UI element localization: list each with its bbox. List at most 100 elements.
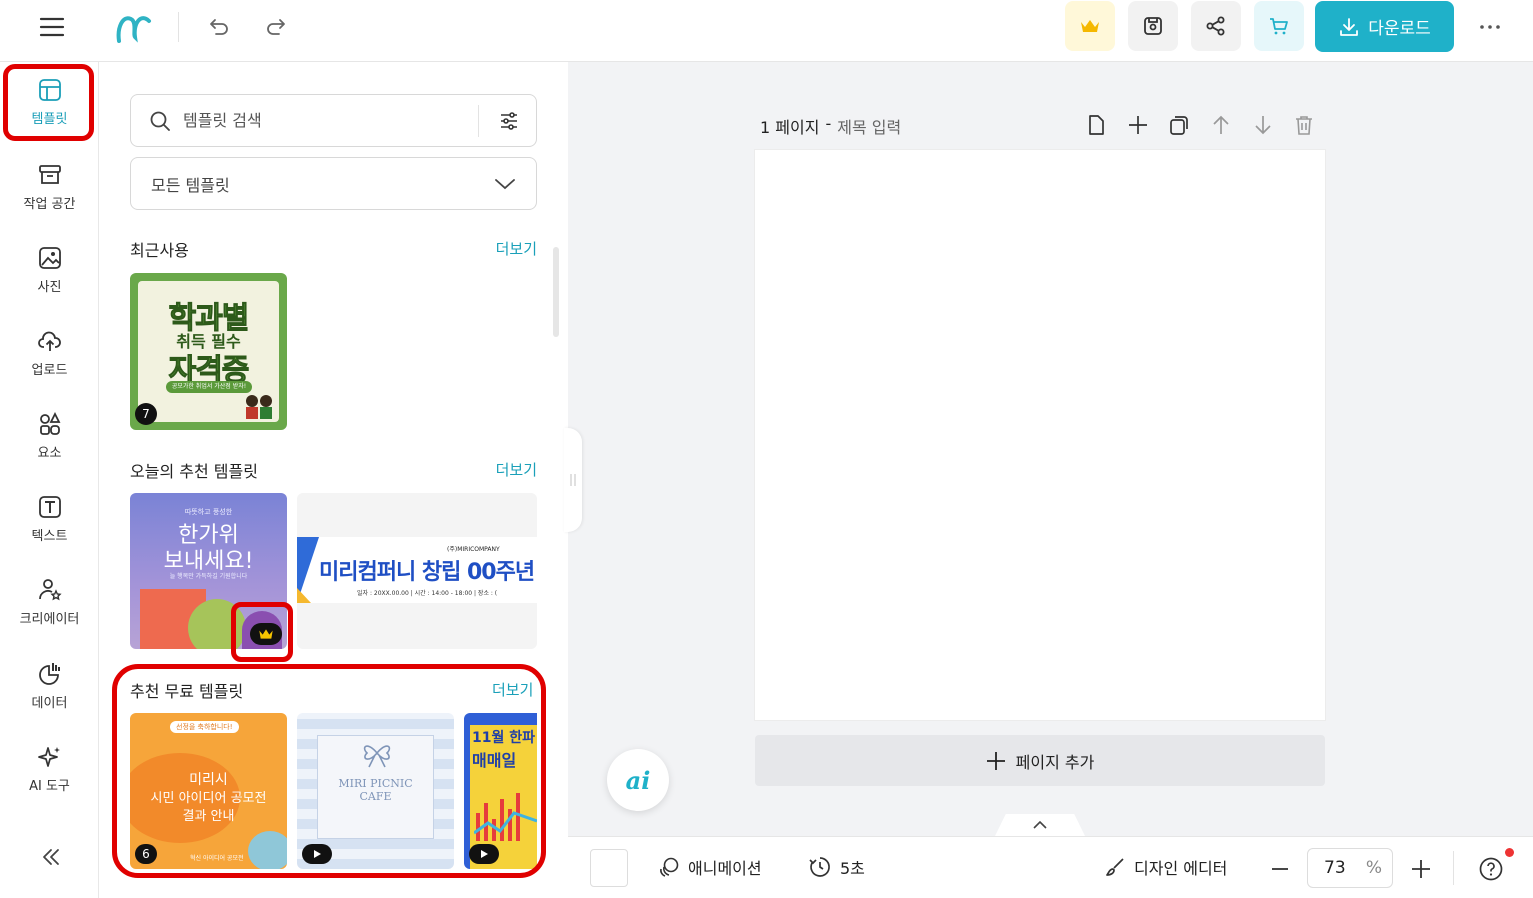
crown-icon: [259, 629, 273, 639]
more-options-icon[interactable]: [1474, 13, 1506, 41]
save-icon: [1144, 17, 1162, 35]
duplicate-icon[interactable]: [1168, 114, 1190, 136]
collapse-sidebar-icon[interactable]: [36, 842, 66, 872]
menu-icon[interactable]: [36, 13, 68, 41]
thumb-text-3: 결과 안내: [182, 809, 235, 824]
sidebar-item-creator[interactable]: 크리에이터: [0, 562, 99, 642]
sidebar-item-photos[interactable]: 사진: [0, 230, 99, 310]
sidebar-item-label: 요소: [37, 446, 62, 461]
more-link-recent[interactable]: 더보기: [496, 238, 537, 259]
video-play-badge: [469, 844, 499, 864]
bottom-bar: 애니메이션 5초 디자인 에디터 73 %: [568, 836, 1533, 898]
logo-icon[interactable]: [112, 8, 154, 46]
template-thumb-recent[interactable]: 학과별 취득 필수 자격증 공모가한 취업서 가산점 받자! 7: [130, 273, 287, 430]
duration-label: 5초: [840, 859, 865, 878]
thumb-ribbon-icon: [357, 739, 397, 773]
page-count-badge: 7: [135, 403, 157, 425]
animation-label: 애니메이션: [688, 859, 762, 878]
redo-icon[interactable]: [262, 13, 290, 41]
more-link-free[interactable]: 더보기: [492, 679, 542, 700]
canvas-area: 1 페이지 - 제목 입력 페이지 추가 ai: [564, 62, 1533, 836]
thumb-info: 일자 : 20XX.00.00 | 시간 : 14:00 - 18:00 | 장…: [357, 590, 498, 597]
sidebar-item-upload[interactable]: 업로드: [0, 313, 99, 393]
template-thumb-idea-contest[interactable]: 선정을 축하합니다! 미리시 시민 아이디어 공모전 결과 안내 혁신 아이디어…: [130, 713, 287, 869]
arrow-down-icon[interactable]: [1252, 114, 1274, 136]
sidebar-item-text[interactable]: 텍스트: [0, 479, 99, 559]
sidebar-item-data[interactable]: 데이터: [0, 646, 99, 726]
video-play-badge: [302, 844, 332, 864]
panel-collapse-handle[interactable]: [564, 428, 582, 532]
thumb-small: 따뜻하고 풍성한: [184, 508, 233, 516]
ai-label: ai: [625, 765, 651, 795]
sidebar-item-label: 템플릿: [31, 112, 68, 127]
save-button[interactable]: [1128, 1, 1178, 51]
arrow-up-icon[interactable]: [1210, 114, 1232, 136]
brush-icon: [1106, 858, 1124, 876]
plus-icon: [986, 751, 1005, 770]
share-button[interactable]: [1191, 1, 1241, 51]
divider: [478, 105, 479, 137]
template-category-select[interactable]: 모든 템플릿: [130, 157, 537, 210]
add-page-icon[interactable]: [1127, 114, 1149, 136]
notification-dot: [1505, 848, 1514, 857]
sidebar-item-elements[interactable]: 요소: [0, 396, 99, 476]
zoom-unit: %: [1365, 858, 1382, 878]
page-number: 1 페이지: [760, 118, 820, 137]
thumb-text-2: 매매일: [472, 751, 517, 770]
crown-icon: [1081, 20, 1099, 32]
text-icon: [38, 496, 61, 518]
duration-button[interactable]: 5초: [808, 855, 865, 879]
thumb-sub: 늘 행복만 가득하길 기원합니다: [169, 573, 248, 580]
sidebar-item-templates[interactable]: 템플릿: [0, 62, 99, 142]
ai-assistant-button[interactable]: ai: [607, 749, 669, 811]
thumb-people: [242, 393, 276, 419]
panel-scrollbar[interactable]: [553, 247, 559, 337]
filter-icon[interactable]: [498, 110, 520, 132]
timeline-toggle[interactable]: [995, 814, 1085, 836]
premium-crown-button[interactable]: [1065, 1, 1115, 51]
creator-icon: [38, 579, 62, 601]
sidebar-item-ai-tools[interactable]: AI 도구: [0, 729, 99, 809]
template-thumb-picnic-cafe[interactable]: MIRI PICNIC CAFE: [297, 713, 454, 869]
thumb-text-1: 미리시: [189, 772, 228, 788]
template-search-input[interactable]: [183, 111, 463, 130]
cloud-upload-icon: [37, 331, 61, 351]
template-thumb-november[interactable]: 11월 한파 매매일: [464, 713, 537, 869]
template-panel: 모든 템플릿 최근사용 더보기 학과별 취득 필수 자격증 공모가한 취업서 가…: [100, 62, 568, 898]
thumb-company: (주)MIRICOMPANY: [447, 546, 500, 553]
thumb-triangle-yellow: [297, 588, 311, 603]
download-label: 다운로드: [1368, 19, 1431, 39]
sidebar-item-label: 텍스트: [31, 529, 68, 544]
template-search-box: [130, 94, 537, 147]
sidebar-item-label: AI 도구: [29, 779, 70, 794]
sidebar-item-workspace[interactable]: 작업 공간: [0, 147, 99, 227]
help-icon[interactable]: [1478, 848, 1514, 882]
zoom-out-icon[interactable]: [1268, 857, 1292, 881]
chevron-down-icon: [495, 178, 515, 189]
search-icon: [150, 111, 170, 131]
page-separator: -: [825, 114, 832, 133]
add-page-button[interactable]: 페이지 추가: [755, 735, 1325, 786]
background-color-swatch[interactable]: [590, 849, 628, 887]
page-title-input[interactable]: 제목 입력: [837, 114, 901, 138]
page-icon[interactable]: [1085, 114, 1107, 136]
trash-icon[interactable]: [1293, 114, 1315, 136]
sidebar-item-label: 업로드: [31, 363, 68, 378]
sidebar-item-label: 데이터: [31, 696, 68, 711]
page-header: 1 페이지 - 제목 입력: [760, 114, 901, 138]
zoom-input[interactable]: 73 %: [1307, 848, 1393, 888]
play-icon: [481, 850, 488, 858]
zoom-in-icon[interactable]: [1409, 857, 1433, 881]
design-page[interactable]: [755, 150, 1325, 720]
design-editor-button[interactable]: 디자인 에디터: [1104, 855, 1227, 879]
undo-icon[interactable]: [205, 13, 233, 41]
thumb-pill: 공모가한 취업서 가산점 받자!: [166, 381, 252, 393]
design-editor-label: 디자인 에디터: [1134, 859, 1228, 878]
more-link-today[interactable]: 더보기: [496, 459, 537, 480]
thumb-footer: 혁신 아이디어 공모전: [190, 855, 244, 862]
download-button[interactable]: 다운로드: [1315, 1, 1454, 52]
template-thumb-anniversary[interactable]: (주)MIRICOMPANY 미리컴퍼니 창립 00주년 일자 : 20XX.0…: [297, 493, 537, 649]
sidebar-item-label: 크리에이터: [19, 612, 80, 627]
animation-button[interactable]: 애니메이션: [658, 855, 762, 879]
cart-button[interactable]: [1254, 1, 1304, 51]
